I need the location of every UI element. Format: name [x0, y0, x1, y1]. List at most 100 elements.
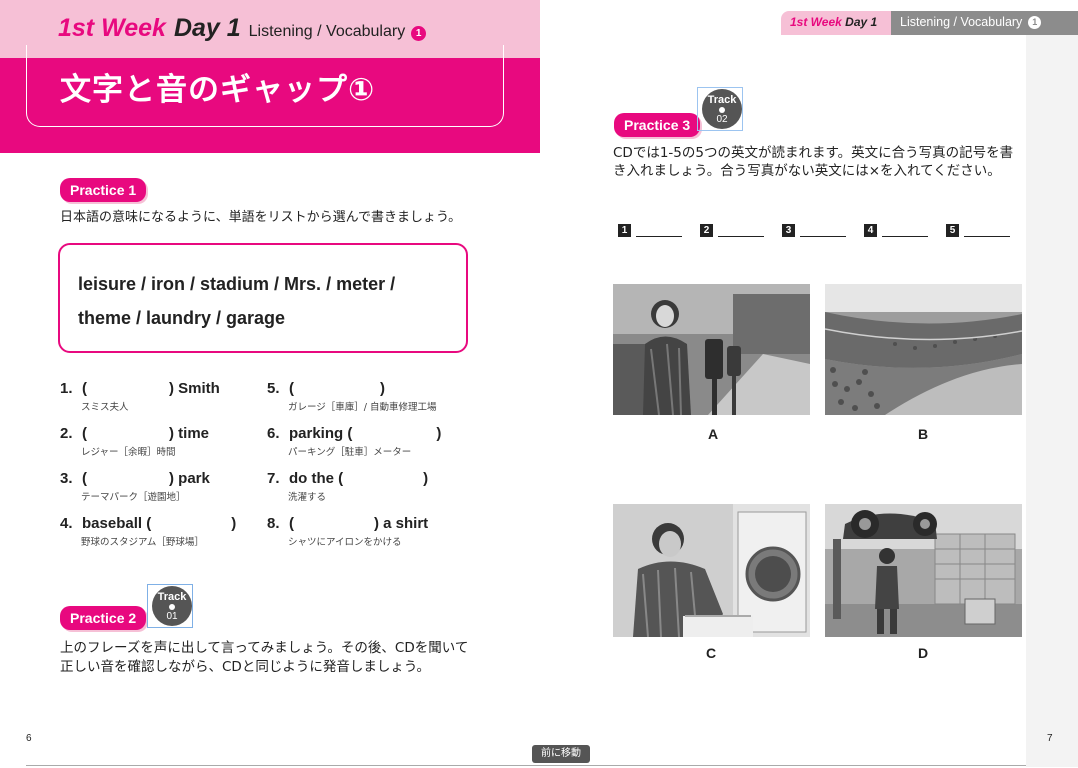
photo-label: B — [917, 426, 929, 442]
exercise-item: 7. do the () 洗濯する — [267, 470, 428, 503]
photo-b-stadium — [825, 284, 1022, 415]
practice-3-tag: Practice 3 — [614, 113, 701, 137]
page-title: 文字と音のギャップ① — [60, 72, 376, 108]
previous-page-button[interactable]: 前に移動 — [532, 745, 590, 763]
exercise-item: 4. baseball () 野球のスタジアム［野球場］ — [60, 515, 236, 548]
track-label: Track — [707, 94, 737, 106]
item-suffix: ) a shirt — [374, 515, 429, 532]
day-label: Day 1 — [173, 14, 241, 42]
right-week-day-label: 1st Week Day 1 — [790, 15, 877, 29]
item-hint: テーマパーク［遊園地］ — [81, 492, 186, 503]
disc-hole — [719, 107, 725, 113]
answer-blank[interactable]: 5 — [946, 224, 1010, 237]
item-prefix: ( — [82, 380, 87, 397]
right-section-heading: Listening / Vocabulary 1 — [900, 15, 1042, 29]
practice-3-instruction-line: CDでは1-5の5つの英文が読まれます。英文に合う写真の記号を書 — [613, 145, 1014, 161]
blank-number: 5 — [946, 224, 959, 237]
item-suffix: ) — [436, 425, 442, 442]
item-prefix: ( — [289, 515, 294, 532]
section-label: Listening / Vocabulary — [900, 15, 1023, 29]
item-suffix: ) time — [169, 425, 210, 442]
item-prefix: ( — [82, 425, 87, 442]
item-number: 7. — [267, 470, 280, 487]
day-label: Day 1 — [845, 15, 878, 29]
week-day-heading: 1st Week Day 1 Listening / Vocabulary 1 — [58, 14, 427, 43]
word-list-line: leisure / iron / stadium / Mrs. / meter … — [78, 274, 396, 294]
exercise-item: 1. ( ) Smith スミス夫人 — [60, 380, 220, 413]
cd-track-icon: Track 01 — [152, 586, 192, 626]
item-number: 1. — [60, 380, 73, 397]
track-01-button[interactable]: Track 01 — [147, 584, 193, 628]
blank-number: 2 — [700, 224, 713, 237]
item-hint: 野球のスタジアム［野球場］ — [81, 537, 204, 548]
photo-c-laundry — [613, 504, 810, 637]
item-hint: レジャー［余暇］時間 — [81, 447, 176, 458]
item-hint: シャツにアイロンをかける — [288, 537, 402, 548]
item-number: 8. — [267, 515, 280, 532]
page-edge — [1026, 35, 1078, 767]
track-number: 01 — [166, 611, 178, 622]
item-number: 2. — [60, 425, 73, 442]
section-label: Listening / Vocabulary — [248, 23, 406, 40]
photo-label: A — [707, 426, 719, 442]
word-list-line: theme / laundry / garage — [78, 308, 286, 328]
item-suffix: ) — [231, 515, 237, 532]
word-list-box: leisure / iron / stadium / Mrs. / meter … — [58, 243, 468, 353]
week-label: 1st Week — [58, 14, 166, 42]
item-hint: 洗濯する — [288, 492, 327, 503]
practice-2-instruction-line: 上のフレーズを声に出して言ってみましょう。その後、CDを聞いて — [60, 640, 469, 656]
item-suffix: ) — [380, 380, 385, 397]
item-hint: パーキング［駐車］メーター — [288, 447, 412, 458]
photo-label: D — [917, 645, 929, 661]
answer-blank[interactable]: 4 — [864, 224, 928, 237]
item-prefix: ( — [82, 470, 87, 487]
week-label: 1st Week — [790, 15, 842, 29]
exercise-item: 8. ( ) a shirt シャツにアイロンをかける — [267, 515, 428, 548]
track-02-button[interactable]: Track 02 — [697, 87, 743, 131]
exercise-item: 6. parking () パーキング［駐車］メーター — [267, 425, 441, 458]
answer-blanks-row: 1 2 3 4 5 — [618, 224, 1028, 237]
item-prefix: ( — [289, 380, 294, 397]
track-label: Track — [157, 591, 187, 603]
item-hint: ガレージ［車庫］/ 自動車修理工場 — [288, 402, 437, 413]
exercise-item: 5. () ガレージ［車庫］/ 自動車修理工場 — [267, 380, 437, 413]
blank-number: 4 — [864, 224, 877, 237]
blank-line — [882, 236, 928, 237]
right-page-number: 7 — [1047, 733, 1053, 744]
blank-number: 1 — [618, 224, 631, 237]
exercise-item: 3. ( ) park テーマパーク［遊園地］ — [60, 470, 210, 503]
item-number: 4. — [60, 515, 73, 532]
item-number: 5. — [267, 380, 280, 397]
bottom-divider — [26, 765, 1026, 766]
answer-blank[interactable]: 1 — [618, 224, 682, 237]
item-suffix: ) park — [169, 470, 210, 487]
disc-hole — [169, 604, 175, 610]
section-number-badge: 1 — [1028, 15, 1042, 29]
practice-3-instruction-line: き入れましょう。合う写真がない英文には×を入れてください。 — [613, 163, 1001, 179]
item-prefix: do the ( — [289, 470, 344, 487]
cd-track-icon: Track 02 — [702, 89, 742, 129]
photo-a-parking-meter — [613, 284, 810, 415]
item-hint: スミス夫人 — [81, 402, 129, 413]
section-number-badge: 1 — [411, 26, 427, 41]
practice-2-tag: Practice 2 — [60, 606, 147, 630]
answer-blank[interactable]: 3 — [782, 224, 846, 237]
blank-line — [800, 236, 846, 237]
item-number: 6. — [267, 425, 280, 442]
item-suffix: ) — [423, 470, 429, 487]
track-number: 02 — [716, 114, 728, 125]
blank-line — [964, 236, 1010, 237]
exercise-item: 2. ( ) time レジャー［余暇］時間 — [60, 425, 209, 458]
photo-d-garage — [825, 504, 1022, 637]
practice-1-instruction: 日本語の意味になるように、単語をリストから選んで書きましょう。 — [60, 210, 462, 225]
blank-number: 3 — [782, 224, 795, 237]
item-suffix: ) Smith — [169, 380, 220, 397]
left-page-number: 6 — [26, 733, 32, 744]
blank-line — [718, 236, 764, 237]
answer-blank[interactable]: 2 — [700, 224, 764, 237]
practice-2-instruction-line: 正しい音を確認しながら、CDと同じように発音しましょう。 — [60, 659, 431, 675]
item-number: 3. — [60, 470, 73, 487]
practice-1-tag: Practice 1 — [60, 178, 147, 202]
item-prefix: baseball ( — [82, 515, 152, 532]
item-prefix: parking ( — [289, 425, 353, 442]
